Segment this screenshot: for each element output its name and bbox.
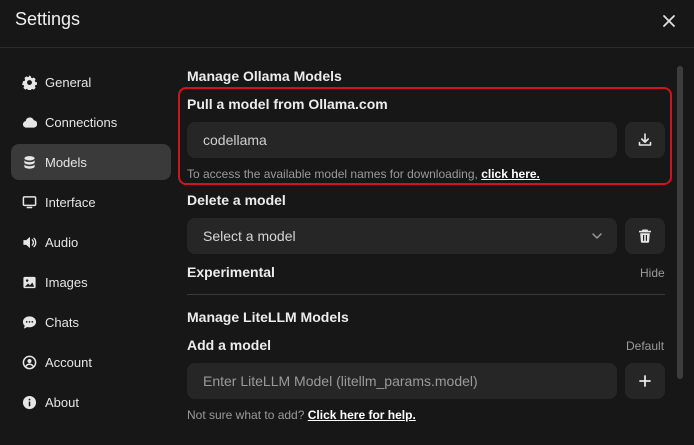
gear-icon <box>21 74 37 90</box>
litellm-model-field[interactable] <box>187 363 617 399</box>
cloud-icon <box>21 114 37 130</box>
sidebar-item-images[interactable]: Images <box>11 264 171 300</box>
download-icon <box>638 133 652 146</box>
monitor-icon <box>21 194 37 210</box>
litellm-hint-text: Not sure what to add? <box>187 408 305 422</box>
sidebar-item-interface[interactable]: Interface <box>11 184 171 220</box>
database-icon <box>21 154 37 170</box>
sidebar-item-label: General <box>45 74 92 90</box>
trash-icon <box>639 229 651 243</box>
delete-model-select[interactable]: Select a model <box>187 218 617 254</box>
close-icon <box>663 15 675 27</box>
delete-model-select-value: Select a model <box>203 228 296 244</box>
sidebar-item-connections[interactable]: Connections <box>11 104 171 140</box>
sidebar-item-general[interactable]: General <box>11 64 171 100</box>
experimental-hide-toggle[interactable]: Hide <box>640 266 665 280</box>
settings-header: Settings <box>0 0 694 48</box>
sidebar-item-label: Account <box>45 354 92 370</box>
plus-icon <box>639 375 651 387</box>
sidebar-item-audio[interactable]: Audio <box>11 224 171 260</box>
close-button[interactable] <box>658 10 680 32</box>
litellm-section-title: Manage LiteLLM Models <box>187 309 349 325</box>
speaker-icon <box>21 234 37 250</box>
add-model-button[interactable] <box>625 363 665 399</box>
add-model-title: Add a model <box>187 337 272 353</box>
download-button[interactable] <box>625 122 665 158</box>
sidebar-item-label: Connections <box>45 114 118 130</box>
user-circle-icon <box>21 354 37 370</box>
sidebar-item-label: About <box>45 394 79 410</box>
scrollbar[interactable] <box>677 66 683 379</box>
delete-model-title: Delete a model <box>187 192 286 208</box>
ollama-section-title: Manage Ollama Models <box>187 68 342 84</box>
model-names-link[interactable]: click here. <box>481 167 540 181</box>
sidebar-item-account[interactable]: Account <box>11 344 171 380</box>
sidebar-item-label: Images <box>45 274 88 290</box>
add-model-mode-toggle[interactable]: Default <box>626 339 664 353</box>
litellm-model-input[interactable] <box>203 373 617 389</box>
sidebar-item-label: Audio <box>45 234 79 250</box>
info-icon <box>21 394 37 410</box>
pull-model-input[interactable] <box>203 132 617 148</box>
litellm-help-link[interactable]: Click here for help. <box>308 408 416 422</box>
experimental-title: Experimental <box>187 264 275 280</box>
chat-bubble-icon <box>21 314 37 330</box>
chevron-down-icon <box>592 233 602 239</box>
sidebar-item-label: Chats <box>45 314 79 330</box>
page-title: Settings <box>15 9 81 29</box>
section-divider <box>187 294 665 295</box>
sidebar-item-models[interactable]: Models <box>11 144 171 180</box>
sidebar-item-about[interactable]: About <box>11 384 171 420</box>
delete-model-button[interactable] <box>625 218 665 254</box>
sidebar-item-label: Models <box>45 154 87 170</box>
pull-model-field[interactable] <box>187 122 617 158</box>
litellm-hint: Not sure what to add? Click here for hel… <box>187 408 416 422</box>
pull-model-hint: To access the available model names for … <box>187 167 540 181</box>
pull-model-title: Pull a model from Ollama.com <box>187 96 388 112</box>
settings-sidebar: General Connections Models Interface Aud… <box>11 64 171 424</box>
sidebar-item-label: Interface <box>45 194 96 210</box>
sidebar-item-chats[interactable]: Chats <box>11 304 171 340</box>
image-icon <box>21 274 37 290</box>
pull-hint-text: To access the available model names for … <box>187 167 478 181</box>
